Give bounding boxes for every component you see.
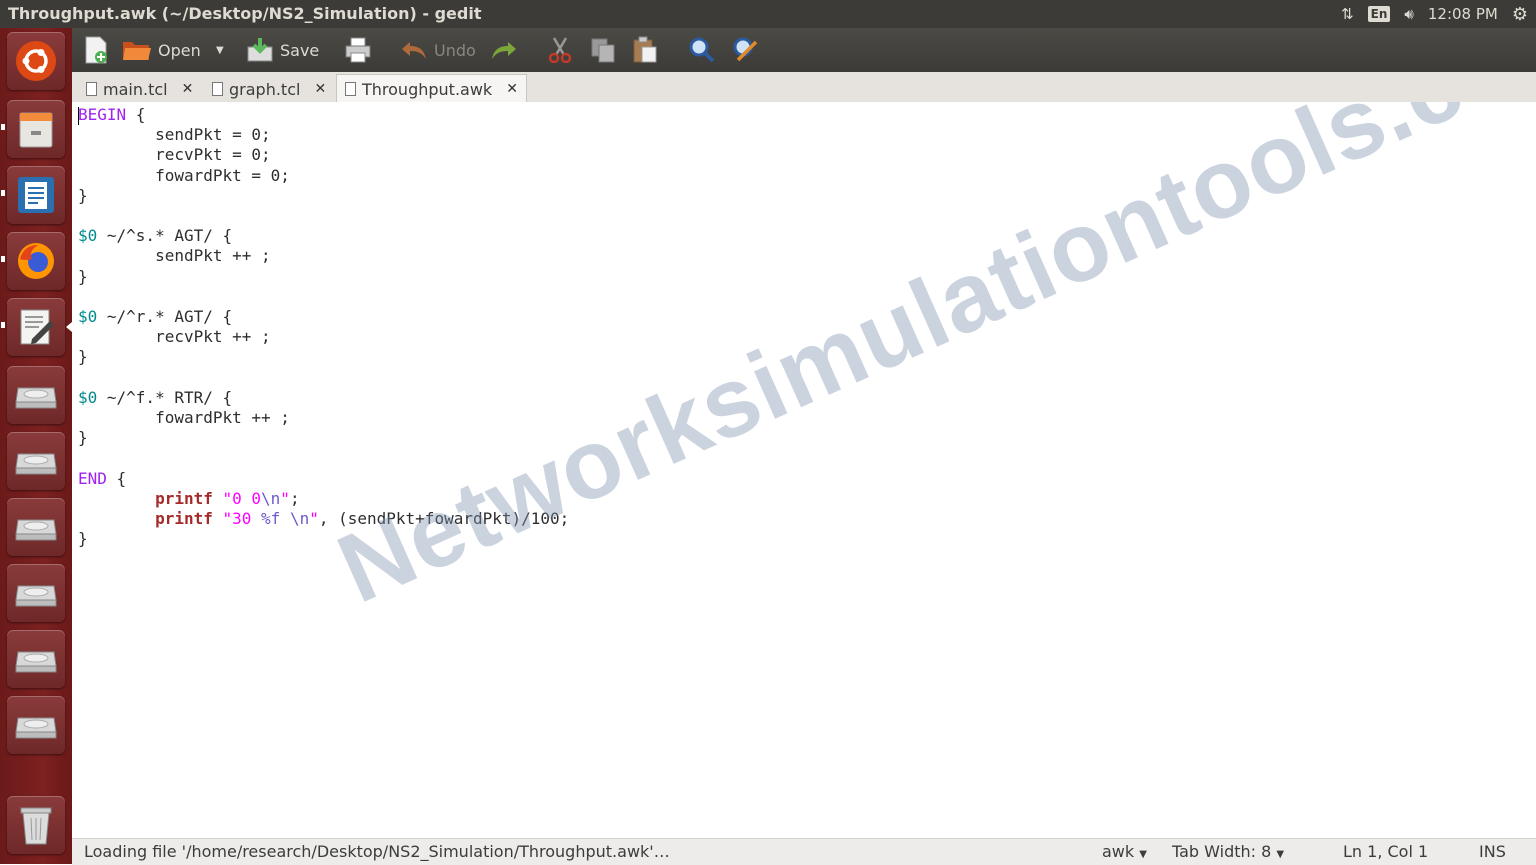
ubuntu-dash-icon[interactable]	[7, 32, 65, 90]
window-title: Throughput.awk (~/Desktop/NS2_Simulation…	[8, 4, 482, 23]
drive-icon[interactable]	[7, 432, 65, 490]
launcher	[0, 28, 72, 864]
insert-mode[interactable]: INS	[1479, 842, 1506, 861]
code-line: $0 ~/^f.* RTR/ {	[78, 387, 233, 407]
scissors-icon	[548, 37, 572, 63]
save-label: Save	[280, 40, 320, 60]
document-icon	[345, 82, 356, 96]
save-button[interactable]: Save	[246, 28, 319, 72]
files-icon[interactable]	[7, 100, 65, 158]
tab-label: Throughput.awk	[362, 79, 493, 99]
undo-button[interactable]: Undo	[400, 28, 476, 72]
text-cursor	[78, 107, 79, 125]
code-line: printf "0 0\n";	[155, 488, 300, 508]
toolbar: Open ▼ Save Undo	[72, 28, 1536, 72]
code-line: sendPkt = 0;	[78, 125, 271, 145]
new-document-button[interactable]	[84, 28, 108, 72]
code-line: $0 ~/^r.* AGT/ {	[78, 307, 233, 327]
code-line: recvPkt = 0;	[78, 145, 271, 165]
open-label: Open	[158, 40, 201, 60]
code-line: }	[78, 428, 88, 448]
tab-graph-tcl[interactable]: graph.tcl ✕	[204, 76, 334, 102]
status-message: Loading file '/home/research/Desktop/NS2…	[84, 842, 670, 861]
close-icon[interactable]: ✕	[314, 81, 326, 97]
cursor-position: Ln 1, Col 1	[1343, 842, 1429, 861]
code-line: }	[78, 347, 88, 367]
code-line: recvPkt ++ ;	[78, 327, 271, 347]
keyboard-language-indicator[interactable]: En	[1367, 6, 1391, 22]
undo-label: Undo	[434, 40, 476, 60]
language-selector[interactable]: awk ▼	[1102, 842, 1147, 861]
clock[interactable]: 12:08 PM	[1428, 5, 1498, 23]
chevron-down-icon: ▼	[216, 44, 224, 56]
redo-icon	[492, 42, 516, 59]
gedit-icon[interactable]	[7, 298, 65, 356]
code-line: END {	[78, 468, 127, 488]
new-document-icon	[85, 36, 107, 64]
text-editor[interactable]: BEGIN { sendPkt = 0; recvPkt = 0; foward…	[72, 102, 1536, 838]
document-icon	[86, 82, 97, 96]
open-recent-dropdown[interactable]: ▼	[216, 28, 224, 72]
libreoffice-writer-icon[interactable]	[7, 166, 65, 224]
code-line: BEGIN {	[78, 105, 146, 124]
tab-throughput-awk[interactable]: Throughput.awk ✕	[336, 74, 527, 103]
volume-icon[interactable]: 🔊︎	[1404, 5, 1413, 23]
document-icon	[212, 82, 223, 96]
printer-icon	[345, 37, 371, 63]
save-icon	[247, 38, 273, 62]
document-tabs: main.tcl ✕ graph.tcl ✕ Throughput.awk ✕	[72, 72, 1536, 103]
drive-icon[interactable]	[7, 366, 65, 424]
drive-icon[interactable]	[7, 498, 65, 556]
status-bar: Loading file '/home/research/Desktop/NS2…	[72, 838, 1536, 865]
indicator-area: ⇅ En 🔊︎ 12:08 PM ⚙	[1341, 0, 1528, 28]
code-line: printf "30 %f \n", (sendPkt+fowardPkt)/1…	[155, 509, 570, 529]
tab-width-selector[interactable]: Tab Width: 8 ▼	[1172, 842, 1284, 861]
code-line: sendPkt ++ ;	[78, 246, 271, 266]
redo-button[interactable]	[490, 28, 518, 72]
close-icon[interactable]: ✕	[182, 81, 194, 97]
drive-icon[interactable]	[7, 630, 65, 688]
find-button[interactable]	[688, 28, 716, 72]
tab-label: main.tcl	[103, 79, 168, 99]
close-icon[interactable]: ✕	[506, 81, 518, 97]
undo-icon	[402, 42, 426, 59]
tab-main-tcl[interactable]: main.tcl ✕	[78, 76, 201, 102]
code-line: $0 ~/^s.* AGT/ {	[78, 226, 233, 246]
drive-icon[interactable]	[7, 696, 65, 754]
drive-icon[interactable]	[7, 564, 65, 622]
paste-icon	[633, 36, 657, 63]
search-icon	[689, 37, 715, 63]
code-view[interactable]: BEGIN { sendPkt = 0; recvPkt = 0; foward…	[78, 105, 569, 549]
network-icon[interactable]: ⇅	[1341, 5, 1354, 23]
code-line: fowardPkt ++ ;	[78, 408, 290, 428]
trash-icon[interactable]	[7, 796, 65, 854]
copy-icon	[591, 38, 615, 63]
find-replace-icon	[733, 37, 758, 62]
paste-button[interactable]	[632, 28, 658, 72]
code-line: }	[78, 185, 88, 205]
print-button[interactable]	[344, 28, 372, 72]
top-panel: Throughput.awk (~/Desktop/NS2_Simulation…	[0, 0, 1536, 28]
code-line: }	[78, 529, 88, 549]
chevron-down-icon: ▼	[1139, 849, 1147, 860]
folder-open-icon	[123, 42, 151, 60]
gear-icon[interactable]: ⚙	[1512, 4, 1528, 25]
cut-button[interactable]	[548, 28, 572, 72]
code-line: fowardPkt = 0;	[78, 165, 290, 185]
copy-button[interactable]	[590, 28, 616, 72]
find-replace-button[interactable]	[732, 28, 760, 72]
firefox-icon[interactable]	[7, 232, 65, 290]
open-button[interactable]: Open	[122, 28, 201, 72]
tab-label: graph.tcl	[229, 79, 301, 99]
chevron-down-icon: ▼	[1276, 849, 1285, 860]
code-line: }	[78, 266, 88, 286]
